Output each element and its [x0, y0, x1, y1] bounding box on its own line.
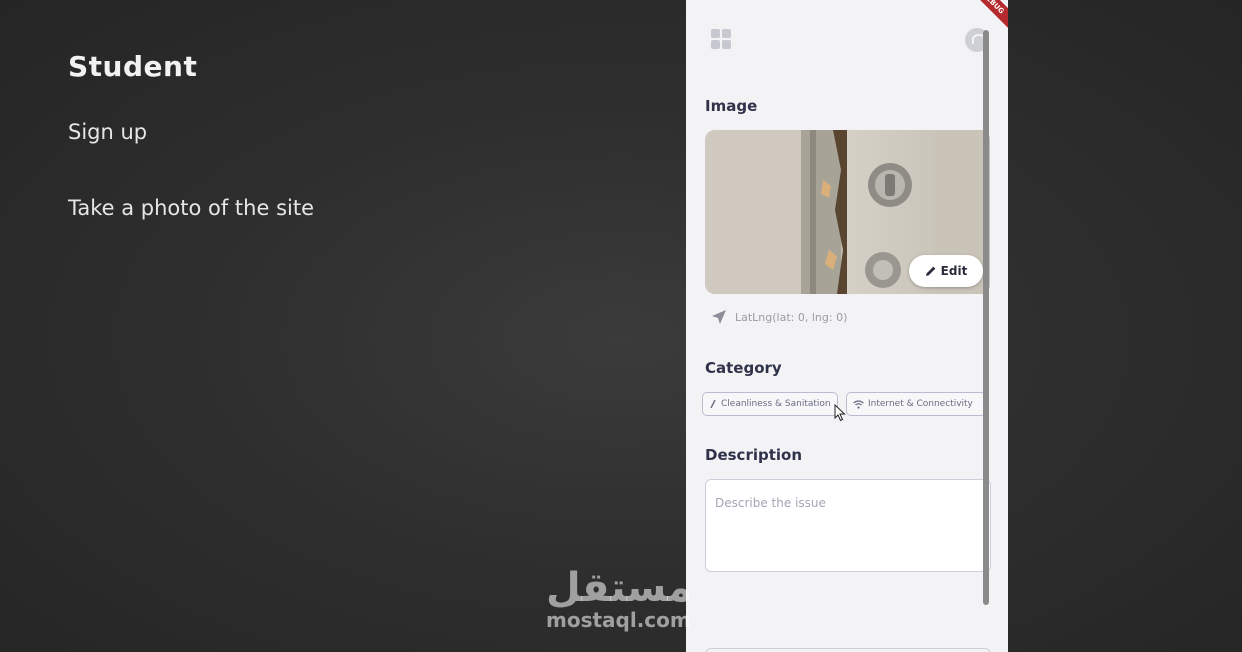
watermark-latin: mostaql.com — [546, 608, 691, 632]
location-text: LatLng(lat: 0, lng: 0) — [735, 310, 848, 324]
category-chip-cleanliness[interactable]: Cleanliness & Sanitation — [702, 392, 838, 416]
description-section-label: Description — [705, 446, 803, 464]
location-arrow-icon — [712, 310, 726, 324]
step-take-photo: Take a photo of the site — [68, 196, 315, 220]
category-section-label: Category — [705, 359, 782, 377]
chip-label: Cleanliness & Sanitation — [721, 399, 831, 409]
pencil-icon — [925, 266, 936, 276]
sparkle-icon — [710, 400, 716, 408]
edit-label: Edit — [940, 264, 968, 278]
scrollbar[interactable] — [983, 30, 989, 605]
location-row: LatLng(lat: 0, lng: 0) — [711, 309, 847, 325]
grid-icon[interactable] — [711, 29, 731, 49]
watermark: مستقل mostaql.com — [546, 566, 706, 632]
chip-label: Internet & Connectivity — [868, 399, 973, 409]
category-chip-internet[interactable]: Internet & Connectivity — [846, 392, 986, 416]
cursor-icon — [834, 404, 846, 422]
step-sign-up: Sign up — [68, 120, 148, 144]
slide-title: Student — [68, 50, 198, 83]
slide-text-panel: Student Sign up Take a photo of the site — [68, 0, 628, 652]
submit-button[interactable] — [705, 648, 991, 652]
edit-photo-button[interactable]: Edit — [909, 255, 983, 287]
debug-banner: DEBUG — [963, 0, 1008, 33]
description-input[interactable]: Describe the issue — [705, 479, 991, 572]
watermark-arabic: مستقل — [546, 565, 693, 611]
wifi-icon — [853, 399, 864, 409]
description-placeholder: Describe the issue — [715, 496, 826, 510]
image-section-label: Image — [705, 97, 758, 115]
phone-screen: DEBUG Image Edit LatLng(lat: 0, lng: 0) … — [686, 0, 1008, 652]
